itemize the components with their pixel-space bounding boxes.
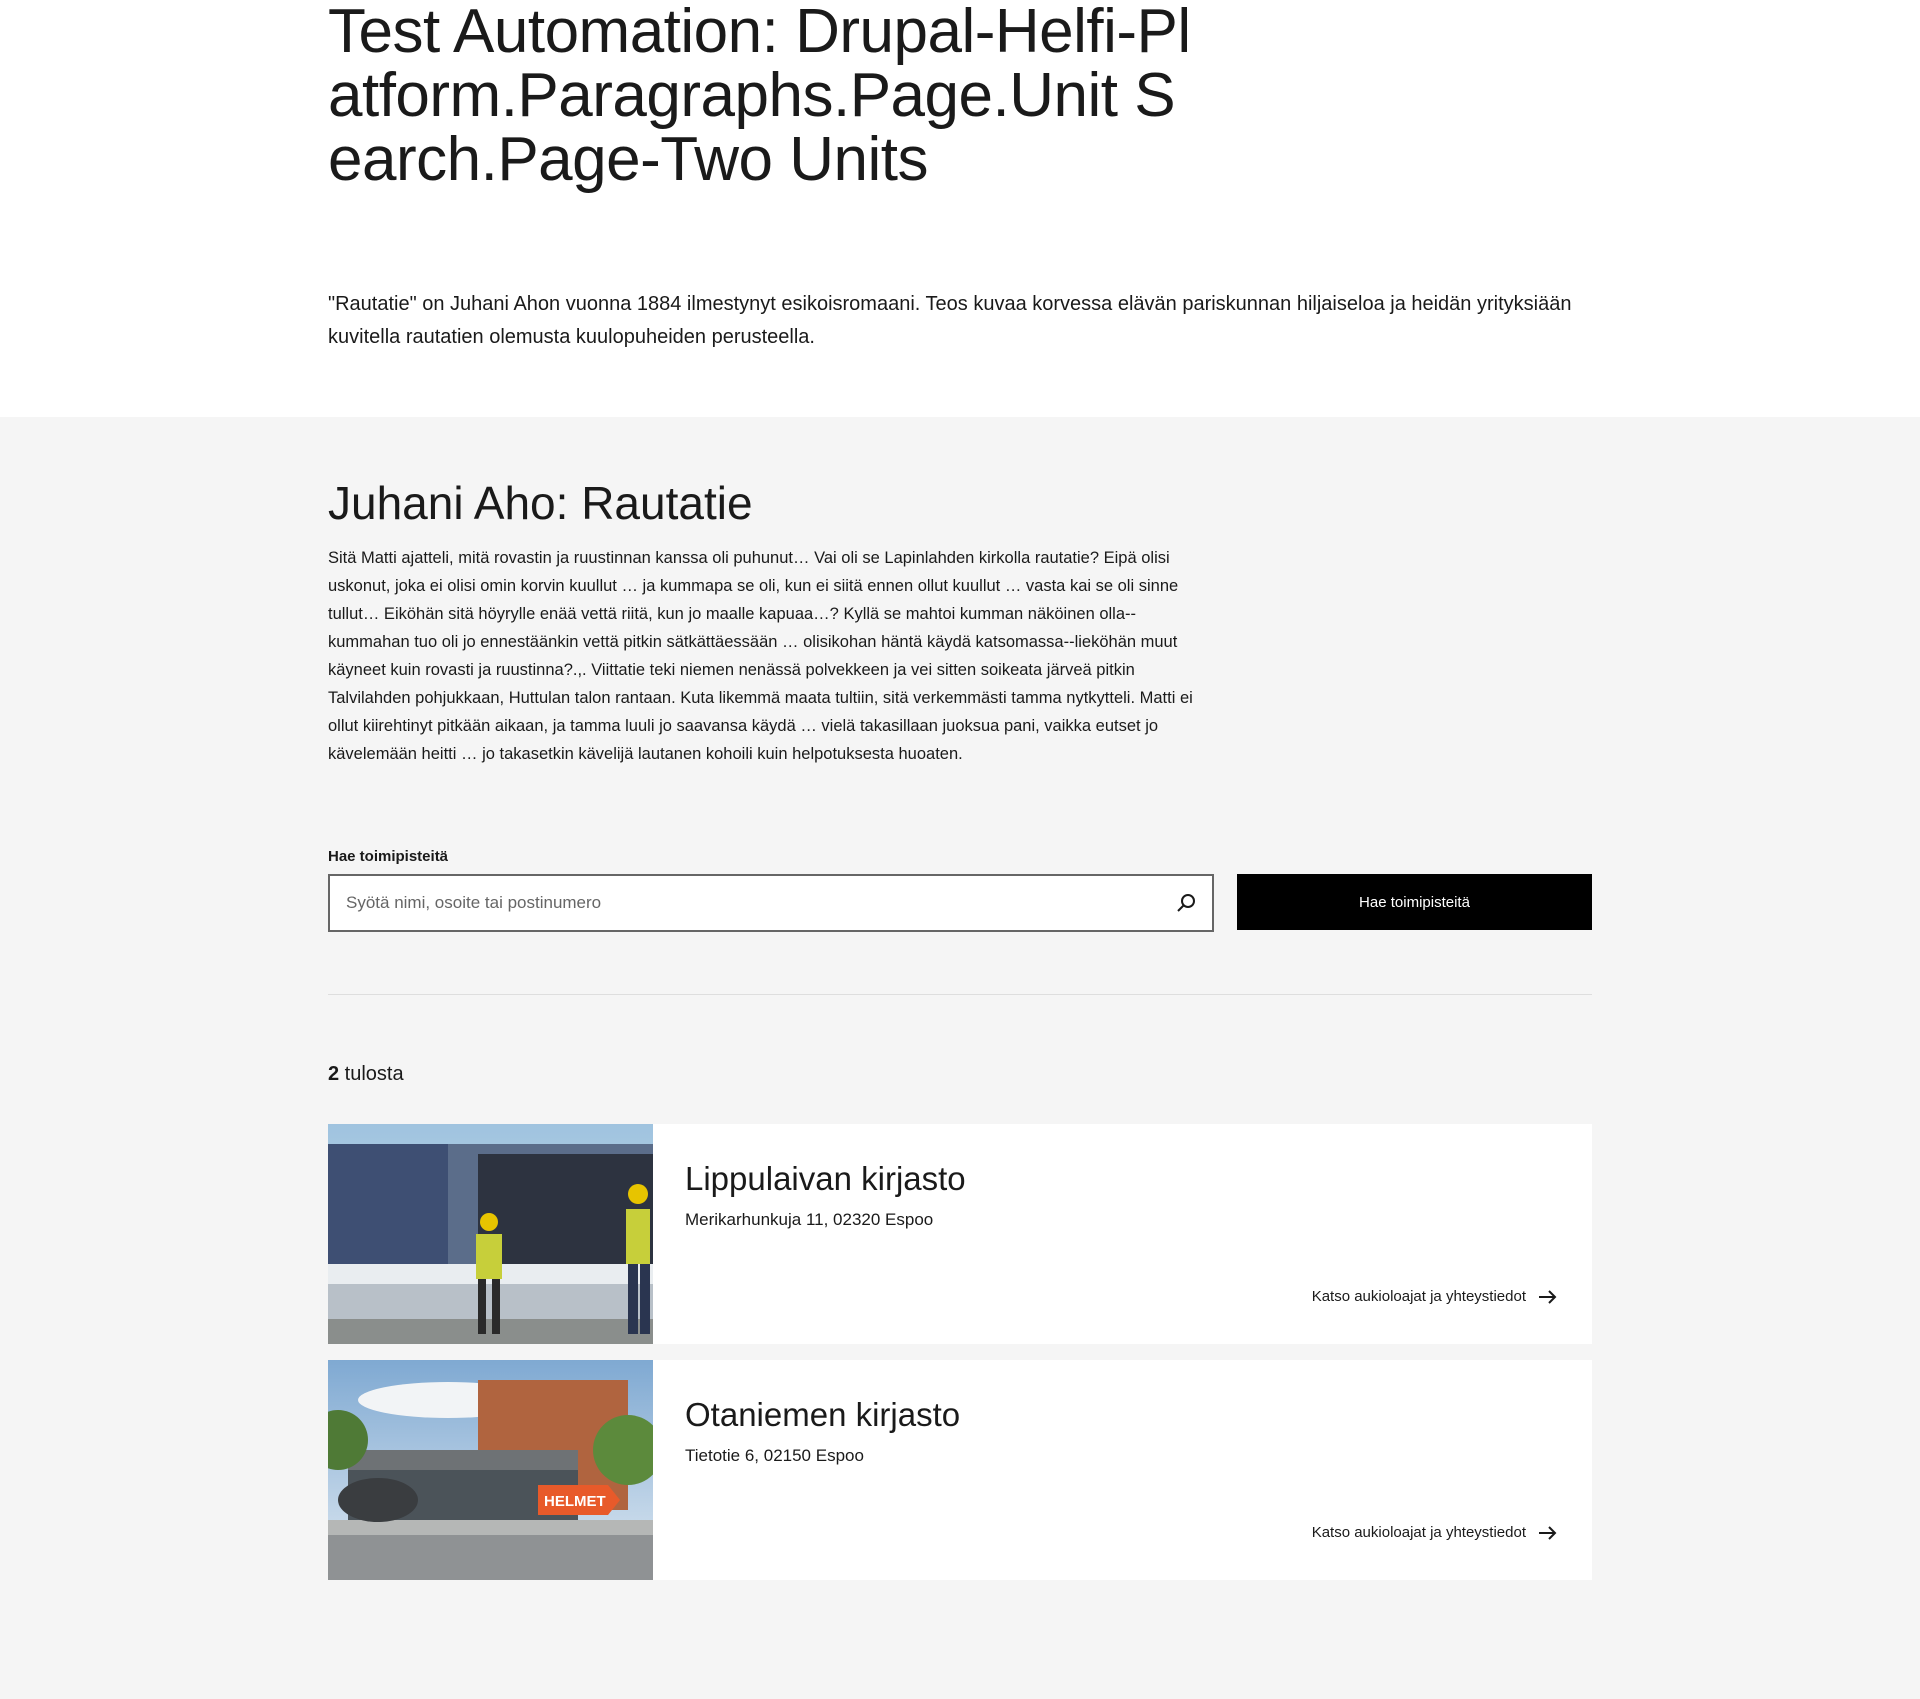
arrow-right-icon	[1539, 1289, 1557, 1304]
result-title[interactable]: Otaniemen kirjasto	[685, 1395, 960, 1435]
search-label: Hae toimipisteitä	[328, 848, 449, 865]
page-title: Test Automation: Drupal-Helfi-Platform.P…	[328, 0, 1191, 194]
search-icon[interactable]	[1174, 891, 1198, 915]
results-count-suffix: tulosta	[339, 1063, 404, 1085]
result-image-otaniemi: HELMET	[328, 1360, 653, 1580]
search-button[interactable]: Hae toimipisteitä	[1237, 874, 1592, 930]
page-header: Test Automation: Drupal-Helfi-Platform.P…	[0, 0, 1920, 417]
result-link[interactable]: Katso aukioloajat ja yhteystiedot	[1312, 1288, 1558, 1305]
result-card[interactable]: Lippulaivan kirjasto Merikarhunkuja 11, …	[328, 1124, 1592, 1344]
result-link[interactable]: Katso aukioloajat ja yhteystiedot	[1312, 1524, 1558, 1541]
lead-paragraph: "Rautatie" on Juhani Ahon vuonna 1884 il…	[328, 293, 1572, 348]
result-title[interactable]: Lippulaivan kirjasto	[685, 1159, 966, 1199]
sign-text: HELMET	[544, 1493, 606, 1510]
section-description: Sitä Matti ajatteli, mitä rovastin ja ru…	[328, 549, 1193, 763]
result-image-lippulaiva	[328, 1124, 653, 1344]
search-field[interactable]	[328, 874, 1214, 932]
results-count: 2 tulosta	[328, 1063, 404, 1086]
section-title: Juhani Aho: Rautatie	[328, 477, 753, 529]
result-link-label: Katso aukioloajat ja yhteystiedot	[1311, 1288, 1526, 1305]
result-address: Merikarhunkuja 11, 02320 Espoo	[685, 1210, 934, 1229]
divider	[328, 994, 1592, 995]
result-link-label: Katso aukioloajat ja yhteystiedot	[1311, 1524, 1526, 1541]
search-input[interactable]	[330, 876, 1166, 930]
arrow-right-icon	[1539, 1525, 1557, 1540]
results-count-number: 2	[328, 1063, 340, 1085]
unit-search-section: Juhani Aho: Rautatie Sitä Matti ajatteli…	[0, 417, 1920, 1699]
result-card[interactable]: HELMET Otaniemen kirjasto Tietotie 6, 02…	[328, 1360, 1592, 1580]
result-address: Tietotie 6, 02150 Espoo	[685, 1446, 864, 1465]
